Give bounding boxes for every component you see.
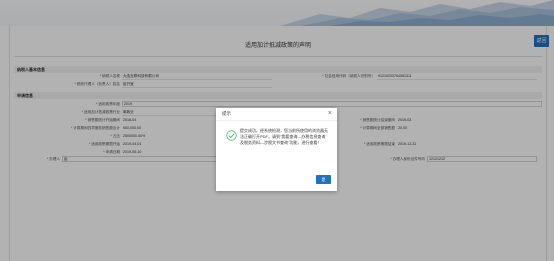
dialog-title: 提示 xyxy=(222,111,231,116)
success-check-icon xyxy=(226,130,237,141)
dialog-message: 提交成功。经系统检测，您当前所使用的浏览器无法正确打开PDF，请到"我要查询—办… xyxy=(240,128,328,145)
close-icon[interactable]: × xyxy=(328,109,332,119)
ok-button[interactable]: 是 xyxy=(316,175,331,184)
dialog-header: 提示 × xyxy=(216,108,337,121)
success-dialog: 提示 × 提交成功。经系统检测，您当前所使用的浏览器无法正确打开PDF，请到"我… xyxy=(216,108,337,191)
